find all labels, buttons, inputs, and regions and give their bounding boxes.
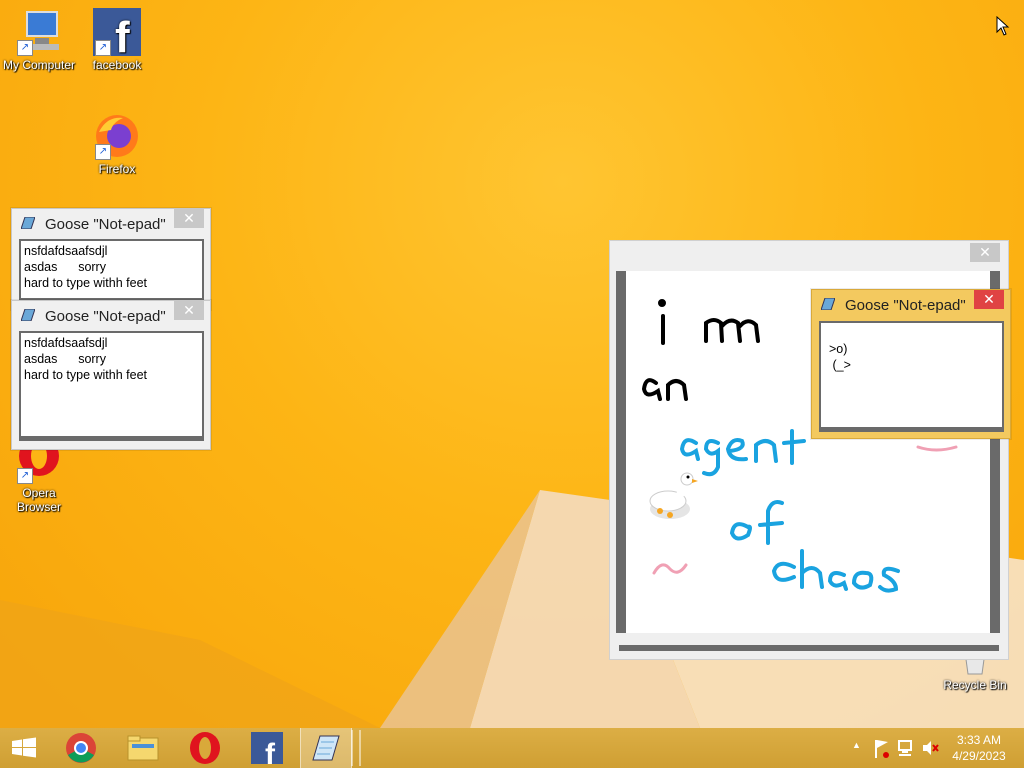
taskbar-clock[interactable]: 3:33 AM 4/29/2023 bbox=[948, 732, 1010, 764]
notepad-icon bbox=[21, 217, 35, 229]
notepad-icon bbox=[821, 298, 835, 310]
facebook-icon: f bbox=[251, 732, 283, 771]
goose-notepad-window-3[interactable]: Goose "Not-epad" ✕ >o) (_> bbox=[811, 289, 1011, 439]
file-explorer-icon bbox=[127, 735, 159, 761]
goose-notepad-window-1[interactable]: Goose "Not-epad" ✕ nsfdafdsaafsdjl asdas… bbox=[11, 208, 211, 310]
chevron-up-icon: ▲ bbox=[852, 740, 861, 750]
network-icon bbox=[898, 740, 912, 756]
notepad-icon bbox=[21, 309, 35, 321]
taskbar-chrome[interactable] bbox=[52, 728, 110, 768]
notepad-text-area[interactable]: >o) (_> bbox=[819, 321, 1004, 432]
speaker-muted-icon bbox=[923, 741, 939, 755]
notepad-icon bbox=[312, 735, 340, 761]
icon-label: Recycle Bin bbox=[943, 678, 1007, 692]
facebook-icon: f ↗ bbox=[93, 8, 141, 62]
window-close-button[interactable]: ✕ bbox=[974, 290, 1004, 309]
drawing-scrollbar[interactable] bbox=[619, 645, 999, 651]
shortcut-arrow-icon: ↗ bbox=[95, 40, 111, 56]
mouse-cursor-icon bbox=[996, 16, 1010, 36]
shortcut-arrow-icon: ↗ bbox=[95, 144, 111, 160]
window-title: Goose "Not-epad" bbox=[845, 297, 966, 314]
clock-date: 4/29/2023 bbox=[952, 749, 1006, 763]
chrome-icon bbox=[66, 733, 96, 763]
notepad-text-area[interactable]: nsfdafdsaafsdjl asdas sorry hard to type… bbox=[19, 331, 204, 441]
goose-notepad-window-2[interactable]: Goose "Not-epad" ✕ nsfdafdsaafsdjl asdas… bbox=[11, 300, 211, 450]
window-title: Goose "Not-epad" bbox=[45, 308, 166, 325]
start-button[interactable] bbox=[0, 728, 48, 768]
flag-icon bbox=[875, 740, 889, 758]
tray-action-center[interactable] bbox=[872, 728, 892, 768]
handwriting-i-m bbox=[658, 299, 760, 345]
firefox-icon: ↗ bbox=[93, 112, 141, 160]
drawing-close-button[interactable]: ✕ bbox=[970, 243, 1000, 262]
taskbar-stacked-indicator bbox=[351, 730, 361, 766]
taskbar-facebook[interactable]: f bbox=[238, 728, 296, 771]
shortcut-arrow-icon: ↗ bbox=[17, 468, 33, 484]
window-close-button[interactable]: ✕ bbox=[174, 301, 204, 320]
svg-text:f: f bbox=[265, 738, 276, 768]
taskbar-file-explorer[interactable] bbox=[114, 728, 172, 768]
computer-icon: ↗ bbox=[15, 8, 63, 56]
desktop-icon-my-computer[interactable]: ↗ My Computer bbox=[0, 8, 78, 72]
window-close-button[interactable]: ✕ bbox=[174, 209, 204, 228]
icon-label: Firefox bbox=[98, 162, 136, 176]
taskbar-goose-notepad[interactable] bbox=[300, 728, 352, 768]
svg-text:f: f bbox=[115, 13, 130, 56]
notepad-text-area[interactable]: nsfdafdsaafsdjl asdas sorry hard to type… bbox=[19, 239, 204, 303]
handwriting-an bbox=[641, 378, 688, 401]
icon-label: Opera Browser bbox=[16, 486, 61, 514]
taskbar: f ▲ 3:33 AM 4/29/2023 bbox=[0, 728, 1024, 771]
desktop-icon-firefox[interactable]: ↗ Firefox bbox=[78, 112, 156, 176]
desktop-icon-facebook[interactable]: f ↗ facebook bbox=[78, 8, 156, 72]
taskbar-opera[interactable] bbox=[176, 728, 234, 768]
opera-icon bbox=[190, 732, 220, 764]
icon-label: My Computer bbox=[2, 58, 76, 72]
tray-volume[interactable] bbox=[920, 728, 940, 768]
shortcut-arrow-icon: ↗ bbox=[17, 40, 33, 56]
tray-network[interactable] bbox=[896, 728, 916, 768]
icon-label: facebook bbox=[92, 58, 142, 72]
handwriting-agent-of-chaos bbox=[679, 429, 900, 593]
start-icon bbox=[12, 737, 36, 758]
window-title: Goose "Not-epad" bbox=[45, 216, 166, 233]
tray-chevron[interactable]: ▲ bbox=[850, 728, 864, 768]
clock-time: 3:33 AM bbox=[956, 733, 1002, 747]
goose-icon bbox=[649, 472, 698, 519]
desktop: ↗ My Computer f ↗ facebook ↗ Firefox ↗ O… bbox=[0, 0, 1024, 728]
